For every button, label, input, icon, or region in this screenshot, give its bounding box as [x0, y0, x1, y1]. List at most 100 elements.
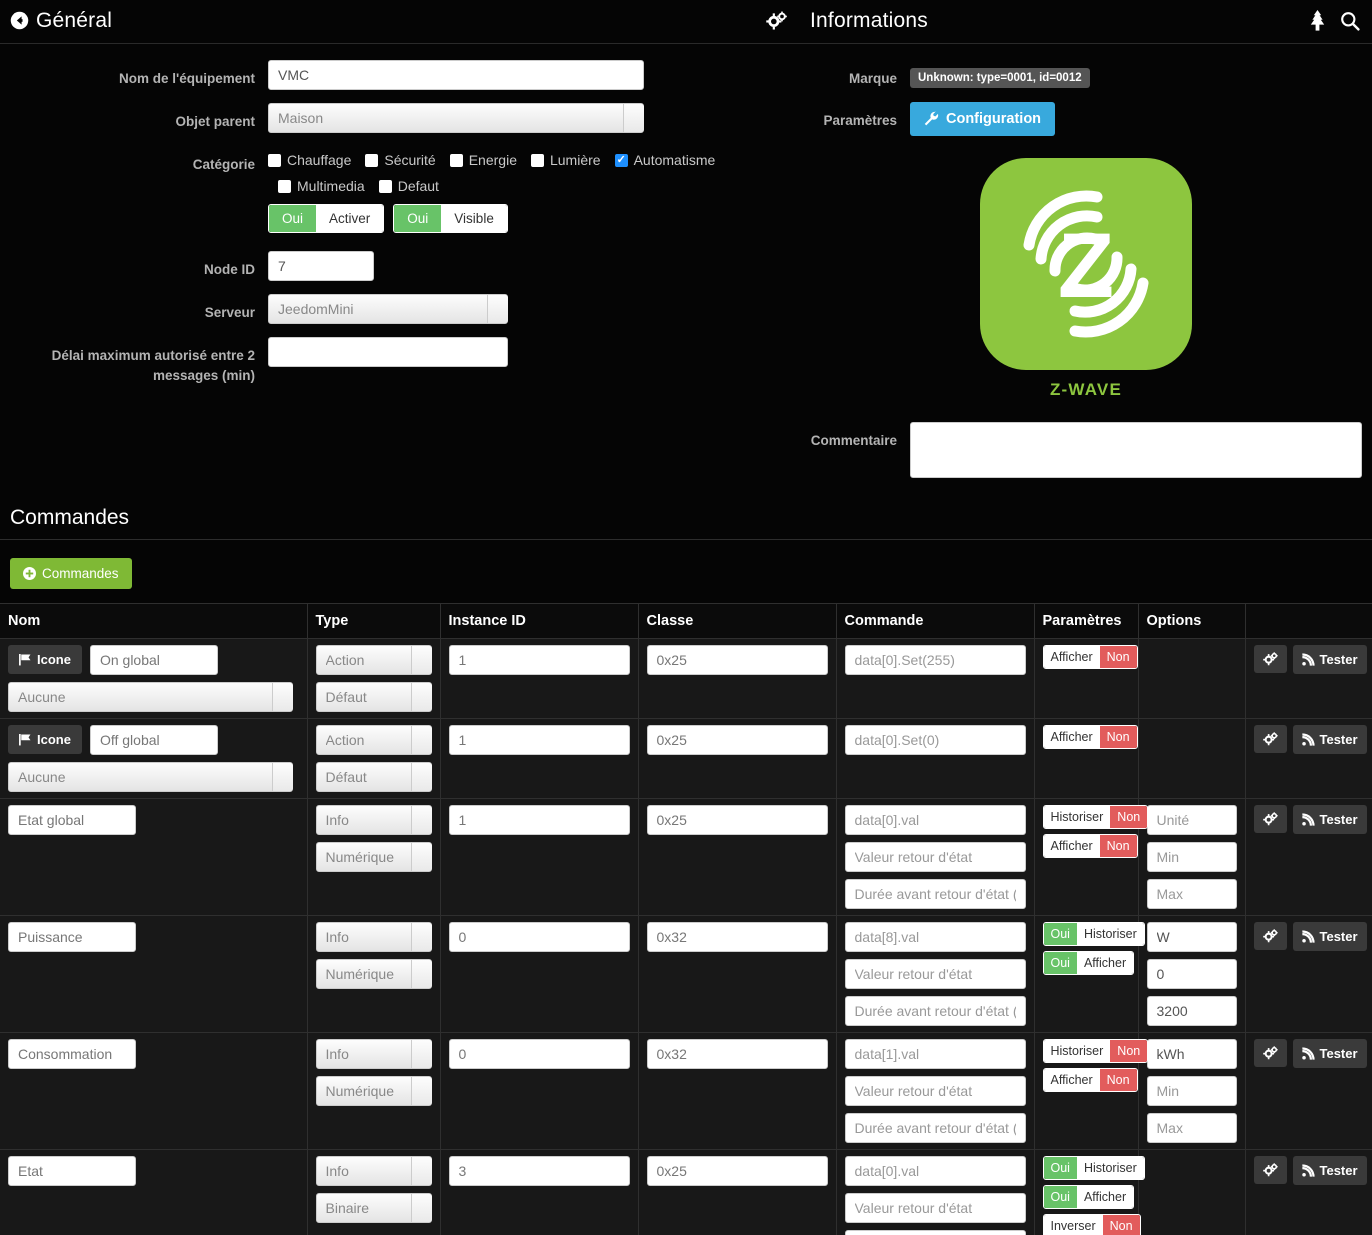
command-type-select[interactable]: Info — [315, 921, 432, 952]
command-name-input[interactable] — [89, 644, 218, 675]
server-select[interactable]: JeedomMini — [268, 294, 508, 324]
command-class-input[interactable] — [646, 644, 828, 675]
category-checkbox-automatisme[interactable]: Automatisme — [614, 152, 715, 168]
param-toggle-afficher[interactable]: Afficher Non — [1042, 644, 1138, 669]
command-expression-input[interactable] — [844, 1038, 1026, 1069]
command-extra-input[interactable] — [844, 1229, 1026, 1235]
param-toggle-afficher[interactable]: Afficher Non — [1042, 1067, 1138, 1092]
command-instance-input[interactable] — [448, 1038, 630, 1069]
command-test-button[interactable]: Tester — [1292, 1155, 1367, 1185]
toggle-activer-state[interactable]: Oui — [269, 205, 317, 232]
command-name-input[interactable] — [8, 1038, 136, 1069]
command-name-input[interactable] — [8, 1155, 136, 1186]
command-icon-select[interactable]: Aucune — [8, 681, 293, 712]
command-subtype-select[interactable]: Défaut — [315, 681, 432, 712]
command-name-input[interactable] — [8, 921, 136, 952]
toggle-activer-label[interactable]: Activer — [316, 205, 384, 232]
param-toggle-afficher[interactable]: Oui Afficher — [1042, 950, 1135, 975]
search-icon[interactable] — [1340, 11, 1360, 31]
command-subtype-select[interactable]: Binaire — [315, 1192, 432, 1223]
command-config-button[interactable] — [1253, 922, 1287, 951]
icone-button[interactable]: Icone — [8, 645, 82, 675]
category-checkbox-chauffage[interactable]: Chauffage — [268, 152, 351, 168]
icone-button[interactable]: Icone — [8, 725, 82, 755]
command-extra-input[interactable] — [844, 878, 1026, 909]
command-name-input[interactable] — [89, 724, 218, 755]
command-option-input[interactable] — [1146, 1075, 1237, 1106]
param-toggle-afficher[interactable]: Afficher Non — [1042, 833, 1138, 858]
command-config-button[interactable] — [1253, 1039, 1287, 1068]
gears-icon[interactable] — [766, 11, 788, 31]
configuration-button[interactable]: Configuration — [910, 101, 1056, 136]
command-type-select[interactable]: Info — [315, 804, 432, 835]
command-class-input[interactable] — [646, 724, 828, 755]
command-extra-input[interactable] — [844, 1112, 1026, 1143]
command-extra-input[interactable] — [844, 958, 1026, 989]
comment-textarea[interactable] — [910, 421, 1362, 478]
max-delay-input[interactable] — [268, 337, 508, 367]
command-config-button[interactable] — [1253, 645, 1287, 674]
command-option-input[interactable] — [1146, 921, 1237, 952]
command-test-button[interactable]: Tester — [1292, 644, 1367, 674]
command-class-input[interactable] — [646, 1038, 828, 1069]
category-checkbox-defaut[interactable]: Defaut — [378, 178, 439, 194]
command-instance-input[interactable] — [448, 804, 630, 835]
toggle-activer[interactable]: Oui Activer — [268, 204, 385, 233]
category-checkbox-multimedia[interactable]: Multimedia — [278, 178, 365, 194]
param-toggle-historiser[interactable]: Oui Historiser — [1042, 1155, 1145, 1180]
command-type-select[interactable]: Info — [315, 1155, 432, 1186]
command-subtype-select[interactable]: Numérique — [315, 1075, 432, 1106]
command-extra-input[interactable] — [844, 1075, 1026, 1106]
command-expression-input[interactable] — [844, 1155, 1026, 1186]
tree-icon[interactable] — [1309, 10, 1326, 31]
command-expression-input[interactable] — [844, 644, 1026, 675]
command-option-input[interactable] — [1146, 878, 1237, 909]
command-config-button[interactable] — [1253, 725, 1287, 754]
param-toggle-historiser[interactable]: Historiser Non — [1042, 1038, 1149, 1063]
command-class-input[interactable] — [646, 1155, 828, 1186]
command-type-select[interactable]: Action — [315, 724, 432, 755]
command-subtype-select[interactable]: Défaut — [315, 761, 432, 792]
command-test-button[interactable]: Tester — [1292, 1038, 1367, 1068]
command-extra-input[interactable] — [844, 1192, 1026, 1223]
command-config-button[interactable] — [1253, 1156, 1287, 1185]
command-extra-input[interactable] — [844, 841, 1026, 872]
command-expression-input[interactable] — [844, 724, 1026, 755]
toggle-visible[interactable]: Oui Visible — [393, 204, 508, 233]
node-id-input[interactable] — [268, 251, 374, 281]
command-expression-input[interactable] — [844, 921, 1026, 952]
command-instance-input[interactable] — [448, 1155, 630, 1186]
command-test-button[interactable]: Tester — [1292, 804, 1367, 834]
command-instance-input[interactable] — [448, 921, 630, 952]
command-config-button[interactable] — [1253, 805, 1287, 834]
param-toggle-afficher[interactable]: Afficher Non — [1042, 724, 1138, 749]
equipment-name-input[interactable] — [268, 60, 644, 90]
category-checkbox-securite[interactable]: Sécurité — [365, 152, 436, 168]
command-subtype-select[interactable]: Numérique — [315, 958, 432, 989]
param-toggle-afficher[interactable]: Oui Afficher — [1042, 1184, 1135, 1209]
parent-object-select[interactable]: Maison — [268, 103, 644, 133]
toggle-visible-label[interactable]: Visible — [441, 205, 507, 232]
command-test-button[interactable]: Tester — [1292, 724, 1367, 754]
command-class-input[interactable] — [646, 804, 828, 835]
param-toggle-inverser[interactable]: Inverser Non — [1042, 1213, 1141, 1235]
command-option-input[interactable] — [1146, 995, 1237, 1026]
category-checkbox-lumiere[interactable]: Lumière — [530, 152, 601, 168]
toggle-visible-state[interactable]: Oui — [394, 205, 442, 232]
param-toggle-historiser[interactable]: Historiser Non — [1042, 804, 1149, 829]
command-type-select[interactable]: Info — [315, 1038, 432, 1069]
command-option-input[interactable] — [1146, 1038, 1237, 1069]
command-icon-select[interactable]: Aucune — [8, 761, 293, 792]
command-option-input[interactable] — [1146, 804, 1237, 835]
command-name-input[interactable] — [8, 804, 136, 835]
command-subtype-select[interactable]: Numérique — [315, 841, 432, 872]
param-toggle-historiser[interactable]: Oui Historiser — [1042, 921, 1145, 946]
command-option-input[interactable] — [1146, 1112, 1237, 1143]
command-class-input[interactable] — [646, 921, 828, 952]
command-extra-input[interactable] — [844, 995, 1026, 1026]
add-command-button[interactable]: Commandes — [10, 557, 132, 589]
command-instance-input[interactable] — [448, 644, 630, 675]
command-instance-input[interactable] — [448, 724, 630, 755]
category-checkbox-energie[interactable]: Energie — [449, 152, 517, 168]
command-option-input[interactable] — [1146, 958, 1237, 989]
